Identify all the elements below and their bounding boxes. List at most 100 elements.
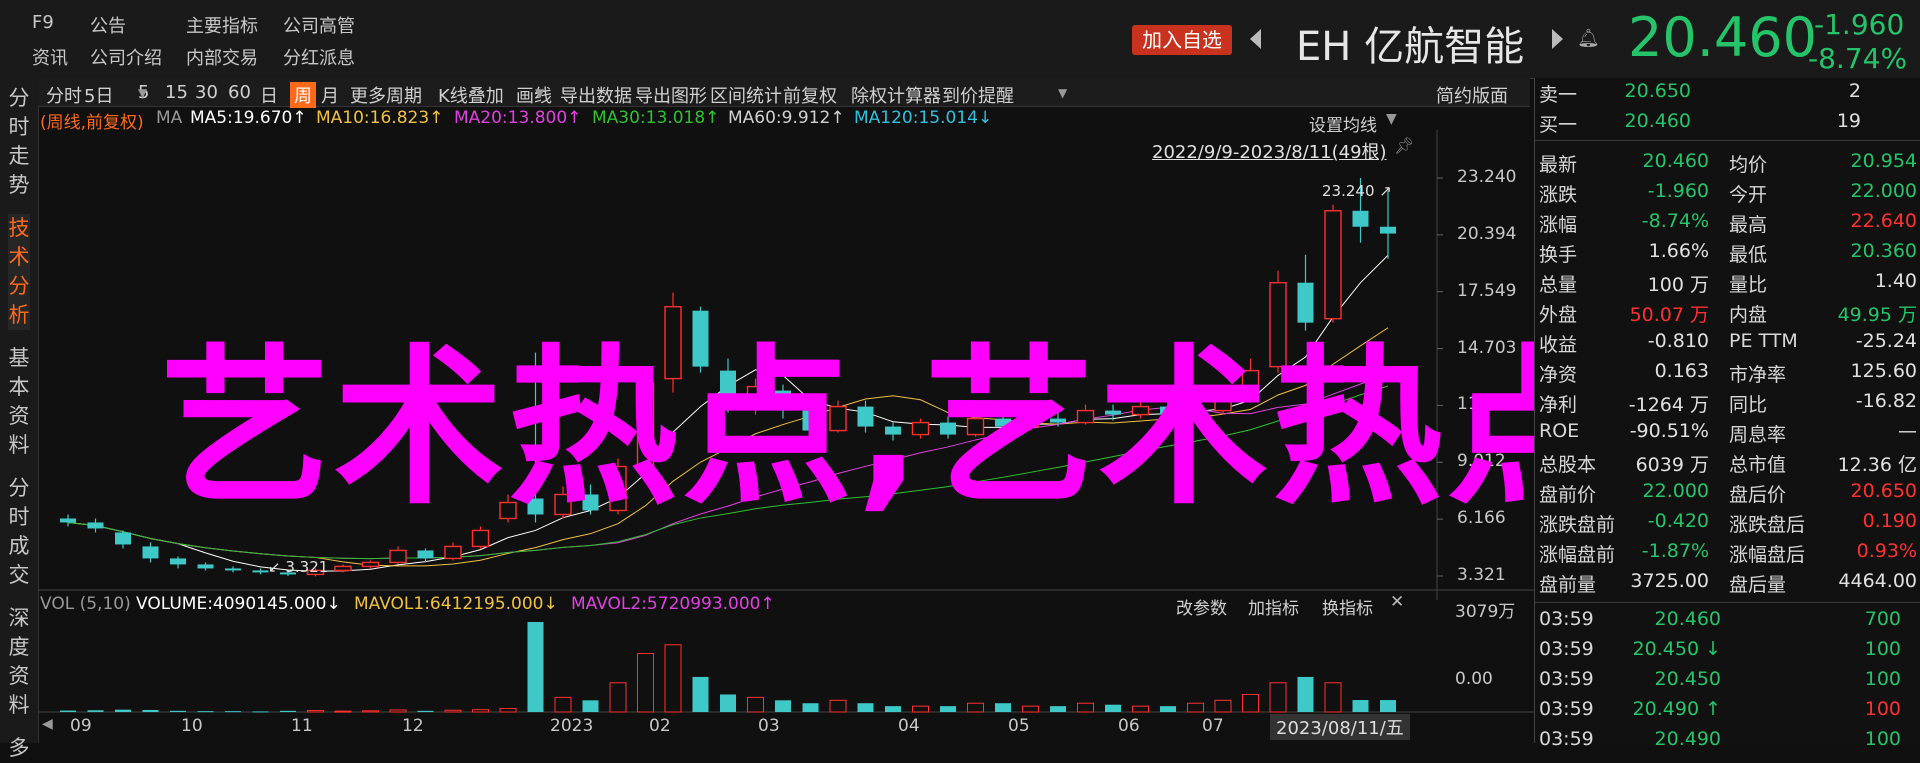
candle-body: [389, 549, 407, 564]
quote-value: 0.163: [1654, 360, 1709, 382]
quote-label: ROE: [1539, 420, 1580, 442]
quote-label: 市净率: [1729, 364, 1787, 386]
quote-value: 20.954: [1850, 150, 1917, 172]
volume-bar: [334, 710, 352, 713]
volume-bar: [692, 676, 709, 712]
tick-qty: 100: [1864, 698, 1901, 720]
candle-body: [444, 545, 462, 560]
candle-body: [1380, 226, 1396, 234]
date-range[interactable]: 2022/9/9-2023/8/11(49根): [1152, 138, 1387, 164]
volume-bar: [472, 709, 489, 713]
candle-body: [60, 518, 76, 523]
ma-settings-dropdown-icon[interactable]: ▼: [1386, 111, 1397, 127]
tick-price: 20.450 ↓: [1632, 638, 1721, 660]
tick-price: 20.450: [1654, 668, 1721, 690]
quote-value: -25.24: [1855, 330, 1917, 352]
ma-settings-button[interactable]: 设置均线: [1309, 111, 1377, 136]
y-tick-label: 23.240: [1457, 167, 1517, 187]
ask-price: 20.650: [1624, 80, 1691, 102]
candle-body: [334, 565, 352, 572]
volume-bar: [857, 703, 874, 712]
quote-value: 50.07 万: [1629, 304, 1709, 326]
close-icon[interactable]: ✕: [1390, 592, 1404, 612]
volume-bar: [252, 711, 269, 713]
volume-bar: [664, 644, 682, 713]
switch-indicator-button[interactable]: 换指标: [1322, 594, 1373, 619]
quote-label: 周息率: [1729, 424, 1787, 446]
volume-bar: [554, 696, 572, 713]
candle-body: [87, 522, 104, 529]
tick-qty: 100: [1864, 668, 1901, 690]
quote-value: -1264 万: [1628, 394, 1709, 416]
x-tick-label: 12: [402, 716, 424, 736]
volume-bar: [637, 653, 654, 713]
volume-bar: [1269, 682, 1287, 713]
quote-label: 外盘: [1539, 304, 1578, 326]
quote-label: 涨跌: [1539, 184, 1578, 206]
quote-label: 内盘: [1729, 304, 1768, 326]
next-stock-icon[interactable]: [1552, 29, 1563, 49]
quote-value: 20.460: [1642, 150, 1709, 172]
alert-bell-icon[interactable]: 🔔︎: [1577, 28, 1600, 49]
volume-bar: [1050, 706, 1066, 712]
candle-body: [1352, 210, 1369, 227]
quote-value: -16.82: [1855, 390, 1917, 412]
add-indicator-button[interactable]: 加指标: [1248, 594, 1299, 619]
volume-bar: [802, 703, 819, 712]
tick-time: 03:59: [1539, 698, 1594, 720]
x-tick-label: 10: [181, 716, 203, 736]
tick-qty: 700: [1864, 608, 1901, 630]
volume-bar: [940, 706, 956, 712]
quote-label: 最新: [1539, 154, 1578, 176]
volume-bar: [417, 710, 434, 712]
volume-bar: [444, 709, 462, 713]
vol-tick-label: 0.00: [1455, 669, 1493, 689]
quote-value: -0.810: [1647, 330, 1709, 352]
quote-label: 总量: [1539, 274, 1578, 296]
quote-label: 盘前价: [1539, 484, 1597, 506]
quote-label: 净利: [1539, 394, 1578, 416]
quote-label: 今开: [1729, 184, 1768, 206]
change-params-button[interactable]: 改参数: [1176, 594, 1227, 619]
quote-label: 涨跌盘前: [1539, 514, 1616, 536]
bid-price: 20.460: [1624, 110, 1691, 132]
quote-label: 净资: [1539, 364, 1578, 386]
volume-bar: [720, 694, 736, 712]
volume-bar: [87, 710, 104, 712]
x-tick-label: 2023: [550, 716, 594, 736]
volume-bar: [775, 700, 791, 712]
bid-qty: 19: [1836, 110, 1861, 132]
volume-bar: [1297, 676, 1314, 712]
volume-bar: [885, 706, 901, 712]
x-tick-label: 06: [1118, 716, 1140, 736]
pin-icon[interactable]: 📌︎: [1394, 136, 1414, 155]
x-tick-label: 11: [291, 716, 313, 736]
volume-bar: [967, 702, 984, 713]
volume-bar: [1132, 705, 1149, 713]
x-tick-label: 04: [898, 716, 920, 736]
quote-value: 20.360: [1850, 240, 1917, 262]
x-tick-label: 09: [70, 716, 92, 736]
quote-value: —: [1898, 420, 1917, 442]
price-change-pct: -8.74%: [1808, 42, 1908, 75]
volume-bar: [60, 710, 76, 712]
quote-value: -8.74%: [1641, 210, 1709, 232]
quote-label: 涨幅: [1539, 214, 1578, 236]
price-change: -1.960: [1814, 8, 1905, 41]
quote-label: 总市值: [1729, 454, 1787, 476]
bid-label: 买一: [1539, 114, 1578, 136]
volume-bar: [170, 710, 186, 712]
y-tick-label: 20.394: [1457, 223, 1517, 244]
tick-price: 20.460: [1654, 608, 1721, 630]
x-tick-label: 07: [1202, 716, 1224, 736]
quote-value: 22.000: [1642, 480, 1709, 502]
quote-label: 均价: [1729, 154, 1768, 176]
volume-bar: [280, 710, 296, 712]
tick-time: 03:59: [1539, 638, 1594, 660]
quote-label: 同比: [1729, 394, 1768, 416]
tick-price: 20.490: [1654, 728, 1721, 750]
scroll-left-icon[interactable]: ◀: [42, 716, 53, 732]
quote-label: 总股本: [1539, 454, 1597, 476]
ask-qty: 2: [1848, 80, 1861, 102]
quote-value: 0.93%: [1856, 540, 1917, 562]
